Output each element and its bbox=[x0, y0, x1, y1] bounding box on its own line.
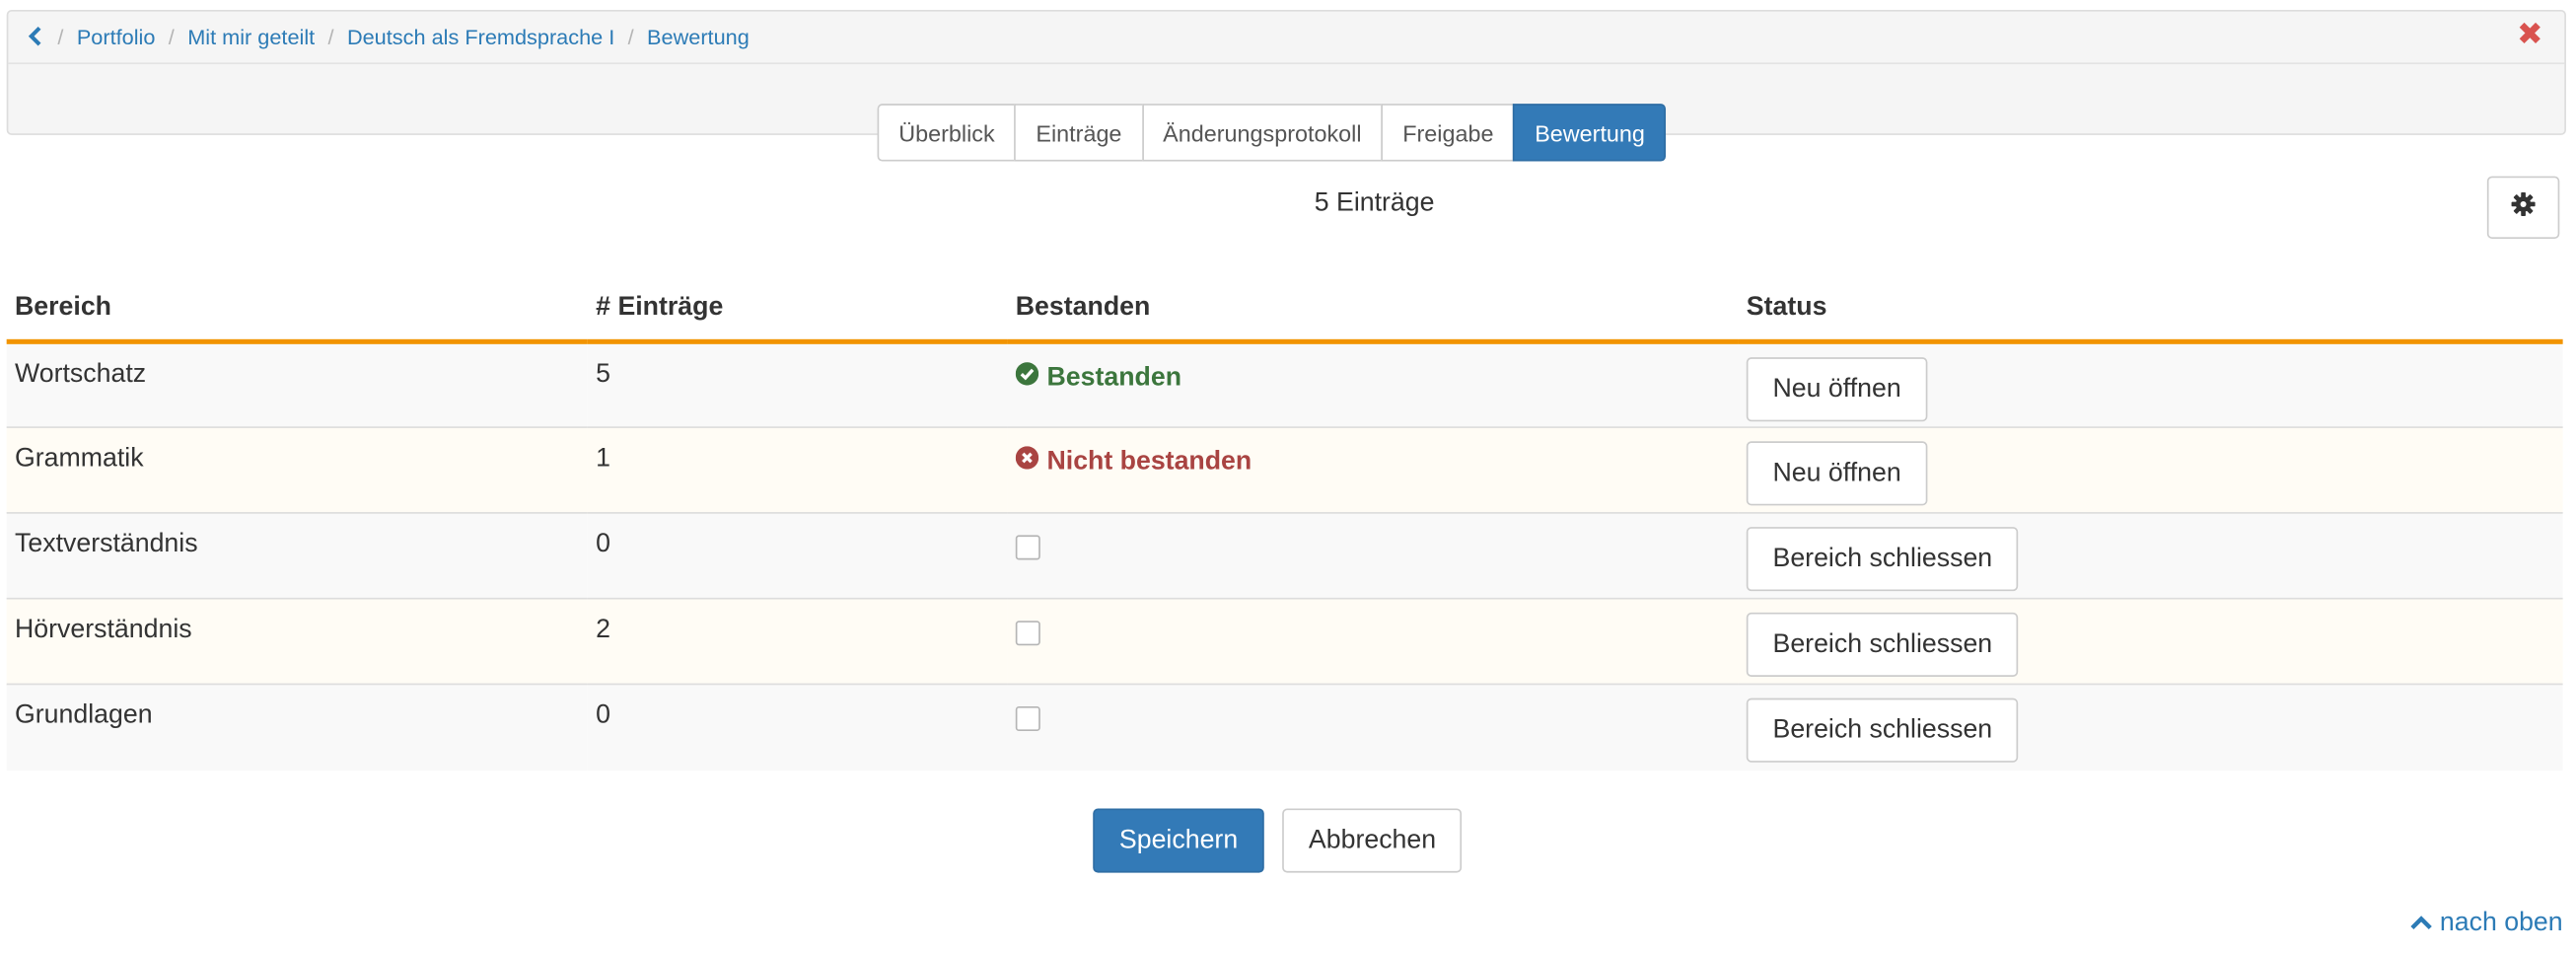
cell-bestanden: Nicht bestanden bbox=[1007, 426, 1739, 513]
close-icon[interactable]: ✖ bbox=[2517, 19, 2543, 52]
breadcrumb-item-current[interactable]: Bewertung bbox=[647, 25, 750, 49]
breadcrumb-separator: / bbox=[168, 25, 175, 50]
chevron-left-icon[interactable] bbox=[28, 24, 44, 50]
status-failed-label: Nicht bestanden bbox=[1046, 447, 1252, 476]
gear-icon bbox=[2510, 190, 2537, 225]
passed-checkbox[interactable] bbox=[1015, 535, 1040, 560]
table-row: Textverständnis 0 Bereich schliessen bbox=[6, 512, 2563, 599]
cell-eintraege: 0 bbox=[587, 683, 1008, 771]
breadcrumb-item-course[interactable]: Deutsch als Fremdsprache I bbox=[347, 25, 614, 49]
tab-aenderungsprotokoll[interactable]: Änderungsprotokoll bbox=[1141, 104, 1384, 162]
times-circle-icon bbox=[1015, 446, 1039, 478]
table-row: Grundlagen 0 Bereich schliessen bbox=[6, 683, 2563, 771]
cell-bereich: Textverständnis bbox=[6, 512, 588, 599]
entry-count: 5 Einträge bbox=[1314, 188, 1435, 218]
reopen-button[interactable]: Neu öffnen bbox=[1746, 357, 1928, 422]
cell-bestanden bbox=[1007, 683, 1739, 771]
tab-bar: Überblick Einträge Änderungsprotokoll Fr… bbox=[877, 104, 1667, 162]
table-row: Hörverständnis 2 Bereich schliessen bbox=[6, 597, 2563, 685]
cell-bereich: Hörverständnis bbox=[6, 597, 588, 685]
status-failed: Nicht bestanden bbox=[1015, 445, 1730, 478]
passed-checkbox[interactable] bbox=[1015, 621, 1040, 646]
tab-bewertung[interactable]: Bewertung bbox=[1513, 104, 1667, 162]
back-to-top-link[interactable]: nach oben bbox=[2410, 909, 2563, 938]
header-bereich[interactable]: Bereich bbox=[6, 276, 588, 344]
assessment-table: Bereich # Einträge Bestanden Status Wort… bbox=[6, 276, 2563, 771]
cancel-button[interactable]: Abbrechen bbox=[1282, 808, 1463, 873]
status-passed-label: Bestanden bbox=[1046, 363, 1182, 392]
cell-status: Bereich schliessen bbox=[1738, 512, 2563, 599]
breadcrumb: / Portfolio / Mit mir geteilt / Deutsch … bbox=[8, 12, 2565, 65]
tab-ueberblick[interactable]: Überblick bbox=[877, 104, 1017, 162]
cell-bestanden bbox=[1007, 597, 1739, 685]
cell-status: Bereich schliessen bbox=[1738, 597, 2563, 685]
cell-bereich: Grundlagen bbox=[6, 683, 588, 771]
cell-bereich: Grammatik bbox=[6, 426, 588, 513]
cell-bereich: Wortschatz bbox=[6, 341, 588, 428]
check-circle-icon bbox=[1015, 362, 1039, 394]
header-status[interactable]: Status bbox=[1738, 276, 2563, 344]
cell-eintraege: 0 bbox=[587, 512, 1008, 599]
header-bestanden[interactable]: Bestanden bbox=[1007, 276, 1739, 344]
table-row: Wortschatz 5 Bestanden Neu öffnen bbox=[6, 341, 2563, 428]
cell-status: Neu öffnen bbox=[1738, 341, 2563, 428]
close-section-button[interactable]: Bereich schliessen bbox=[1746, 527, 2019, 592]
breadcrumb-separator: / bbox=[627, 25, 634, 50]
cell-eintraege: 5 bbox=[587, 341, 1008, 428]
settings-button[interactable] bbox=[2486, 176, 2560, 240]
cell-status: Bereich schliessen bbox=[1738, 683, 2563, 771]
cell-eintraege: 2 bbox=[587, 597, 1008, 685]
cell-status: Neu öffnen bbox=[1738, 426, 2563, 513]
form-actions: Speichern Abbrechen bbox=[1093, 808, 1463, 873]
cell-bestanden bbox=[1007, 512, 1739, 599]
cell-bestanden: Bestanden bbox=[1007, 341, 1739, 428]
header-eintraege[interactable]: # Einträge bbox=[587, 276, 1008, 344]
tab-freigabe[interactable]: Freigabe bbox=[1381, 104, 1516, 162]
table-row: Grammatik 1 Nicht bestanden Neu öffnen bbox=[6, 426, 2563, 513]
close-section-button[interactable]: Bereich schliessen bbox=[1746, 612, 2019, 677]
cell-eintraege: 1 bbox=[587, 426, 1008, 513]
back-to-top-label: nach oben bbox=[2439, 909, 2563, 937]
reopen-button[interactable]: Neu öffnen bbox=[1746, 441, 1928, 506]
close-section-button[interactable]: Bereich schliessen bbox=[1746, 698, 2019, 763]
passed-checkbox[interactable] bbox=[1015, 706, 1040, 732]
breadcrumb-item-portfolio[interactable]: Portfolio bbox=[77, 25, 156, 49]
status-passed: Bestanden bbox=[1015, 361, 1730, 394]
breadcrumb-separator: / bbox=[57, 25, 64, 50]
tab-eintraege[interactable]: Einträge bbox=[1014, 104, 1144, 162]
save-button[interactable]: Speichern bbox=[1093, 808, 1264, 873]
breadcrumb-item-shared[interactable]: Mit mir geteilt bbox=[187, 25, 315, 49]
chevron-up-icon bbox=[2410, 909, 2433, 938]
table-header-row: Bereich # Einträge Bestanden Status bbox=[6, 276, 2563, 344]
breadcrumb-separator: / bbox=[327, 25, 334, 50]
